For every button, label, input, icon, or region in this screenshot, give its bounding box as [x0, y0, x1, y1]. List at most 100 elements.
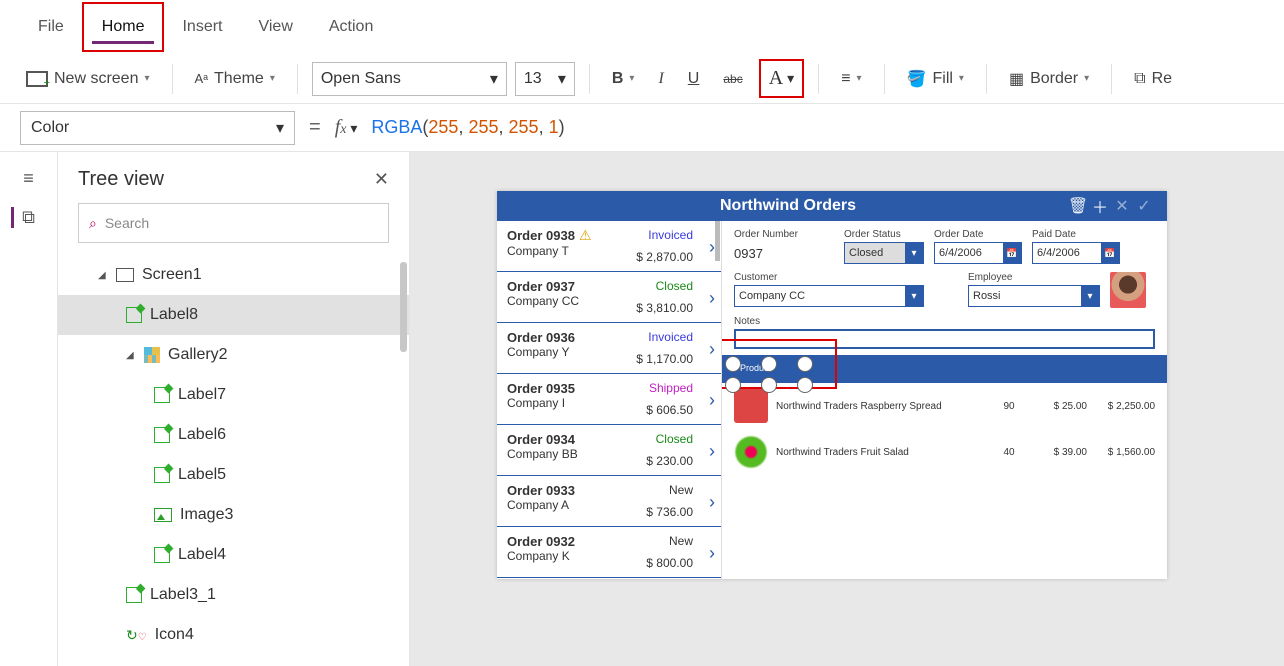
employee-select[interactable]: Rossi	[968, 285, 1100, 307]
border-button[interactable]: ▦ Border ▾	[1001, 65, 1097, 93]
tree-item-label6[interactable]: Label6	[58, 415, 409, 455]
collapse-icon[interactable]: ◢	[126, 350, 136, 361]
font-size-value: 13	[524, 70, 542, 88]
product-name: Northwind Traders Raspberry Spread	[776, 401, 981, 412]
customer-value: Company CC	[739, 290, 805, 302]
gallery-icon	[144, 347, 160, 363]
image-icon	[154, 508, 172, 522]
italic-button[interactable]: I	[650, 66, 671, 92]
tree-item-gallery2[interactable]: ◢Gallery2	[58, 335, 409, 375]
reorder-button[interactable]: ⧉ Re	[1126, 66, 1180, 92]
order-date-input[interactable]: 6/4/2006	[934, 242, 1022, 264]
resize-handle[interactable]	[725, 377, 741, 393]
order-status: New	[669, 483, 693, 497]
tree-item-label5[interactable]: Label5	[58, 455, 409, 495]
ribbon-tabs: File Home Insert View Action	[0, 0, 1284, 54]
line-item[interactable]: Northwind Traders Fruit Salad 40 $ 39.00…	[734, 429, 1155, 475]
tree-list: ◢Screen1 Label8 ◢Gallery2 Label7 Label6 …	[58, 255, 409, 659]
formula-input[interactable]: RGBA(255, 255, 255, 1)	[371, 117, 564, 138]
order-id: Order 0933	[507, 483, 575, 498]
product-header-label[interactable]: Product	[740, 363, 771, 373]
tree-item-label8[interactable]: Label8	[58, 295, 409, 335]
chevron-down-icon: ▾	[787, 70, 794, 87]
font-color-button[interactable]: A ▾	[759, 59, 804, 98]
tree-item-label: Label4	[178, 546, 226, 564]
order-item[interactable]: Order 0938⚠Company TInvoiced$ 2,870.00›	[497, 221, 721, 272]
search-input[interactable]: ⌕ Search	[78, 203, 389, 243]
resize-handle[interactable]	[797, 356, 813, 372]
tab-file[interactable]: File	[20, 4, 82, 50]
close-icon[interactable]: ✕	[374, 169, 389, 190]
order-item[interactable]: Order 0932Company KNew$ 800.00›	[497, 527, 721, 578]
trash-icon[interactable]: 🗑	[1067, 196, 1089, 216]
product-total: $ 1,560.00	[1095, 447, 1155, 458]
property-select[interactable]: Color ▾	[20, 111, 295, 145]
tree-item-label3-1[interactable]: Label3_1	[58, 575, 409, 615]
ribbon-toolbar: + New screen ▾ Aᵃ Theme ▾ Open Sans ▾ 13…	[0, 54, 1284, 104]
tab-home[interactable]: Home	[82, 2, 165, 52]
tree-item-icon4[interactable]: ↻♡Icon4	[58, 615, 409, 655]
order-status-select[interactable]: Closed	[844, 242, 924, 264]
hamburger-icon[interactable]: ≡	[23, 168, 34, 189]
order-id: Order 0935	[507, 381, 575, 396]
font-size-select[interactable]: 13 ▾	[515, 62, 575, 96]
tree-view-icon[interactable]: ⧉	[11, 207, 35, 228]
tree-item-label: Label5	[178, 466, 226, 484]
order-item[interactable]: Order 0935Company IShipped$ 606.50›	[497, 374, 721, 425]
order-number-value: 0937	[734, 242, 834, 261]
font-name-select[interactable]: Open Sans ▾	[312, 62, 507, 96]
order-item[interactable]: Order 0937Company CCClosed$ 3,810.00›	[497, 272, 721, 323]
customer-select[interactable]: Company CC	[734, 285, 924, 307]
tree-item-image3[interactable]: Image3	[58, 495, 409, 535]
scrollbar[interactable]	[400, 262, 407, 352]
separator	[589, 64, 590, 94]
chevron-down-icon: ▾	[490, 69, 498, 89]
resize-handle[interactable]	[725, 356, 741, 372]
order-price: $ 736.00	[646, 505, 693, 519]
align-button[interactable]: ≡▾	[833, 66, 869, 92]
resize-handle[interactable]	[761, 377, 777, 393]
label-icon	[154, 427, 170, 443]
underline-button[interactable]: U	[680, 66, 708, 92]
search-icon: ⌕	[89, 215, 97, 232]
product-unit-price: $ 39.00	[1037, 447, 1087, 458]
bold-button[interactable]: B▾	[604, 66, 643, 92]
order-status-value: Closed	[849, 247, 883, 259]
tree-item-label7[interactable]: Label7	[58, 375, 409, 415]
order-price: $ 3,810.00	[636, 301, 693, 315]
fill-button[interactable]: 🪣 Fill ▾	[899, 65, 972, 93]
order-price: $ 1,170.00	[636, 352, 693, 366]
order-status: Closed	[656, 279, 693, 293]
resize-handle[interactable]	[797, 377, 813, 393]
check-icon[interactable]: ✓	[1133, 196, 1155, 216]
paid-date-input[interactable]: 6/4/2006	[1032, 242, 1120, 264]
tree-item-label: Image3	[180, 506, 233, 524]
order-item[interactable]: Order 0933Company ANew$ 736.00›	[497, 476, 721, 527]
order-id: Order 0934	[507, 432, 575, 447]
equals-label: =	[309, 116, 321, 139]
screen-icon	[116, 268, 134, 282]
tab-insert[interactable]: Insert	[164, 4, 240, 50]
icon-icon: ↻♡	[126, 627, 147, 644]
collapse-icon[interactable]: ◢	[98, 270, 108, 281]
new-screen-button[interactable]: + New screen ▾	[18, 66, 158, 92]
order-status: Closed	[656, 432, 693, 446]
order-item[interactable]: Order 0936Company YInvoiced$ 1,170.00›	[497, 323, 721, 374]
tab-action[interactable]: Action	[311, 4, 391, 50]
field-label: Employee	[968, 272, 1100, 283]
tab-view[interactable]: View	[240, 4, 310, 50]
tree-item-label4[interactable]: Label4	[58, 535, 409, 575]
app-title: Northwind Orders	[509, 197, 1067, 215]
design-canvas[interactable]: Northwind Orders 🗑 ＋ ✕ ✓ Order 0938⚠Comp…	[410, 152, 1284, 666]
search-placeholder: Search	[105, 215, 149, 231]
tree-item-screen1[interactable]: ◢Screen1	[58, 255, 409, 295]
theme-button[interactable]: Aᵃ Theme ▾	[187, 66, 283, 92]
close-icon[interactable]: ✕	[1111, 196, 1133, 216]
chevron-down-icon: ▾	[629, 73, 634, 84]
fx-button[interactable]: fx ▾	[335, 116, 358, 139]
label-icon	[154, 547, 170, 563]
paid-date-value: 6/4/2006	[1037, 247, 1080, 259]
plus-icon[interactable]: ＋	[1089, 194, 1111, 218]
strikethrough-button[interactable]: abc	[715, 68, 750, 90]
order-item[interactable]: Order 0934Company BBClosed$ 230.00›	[497, 425, 721, 476]
